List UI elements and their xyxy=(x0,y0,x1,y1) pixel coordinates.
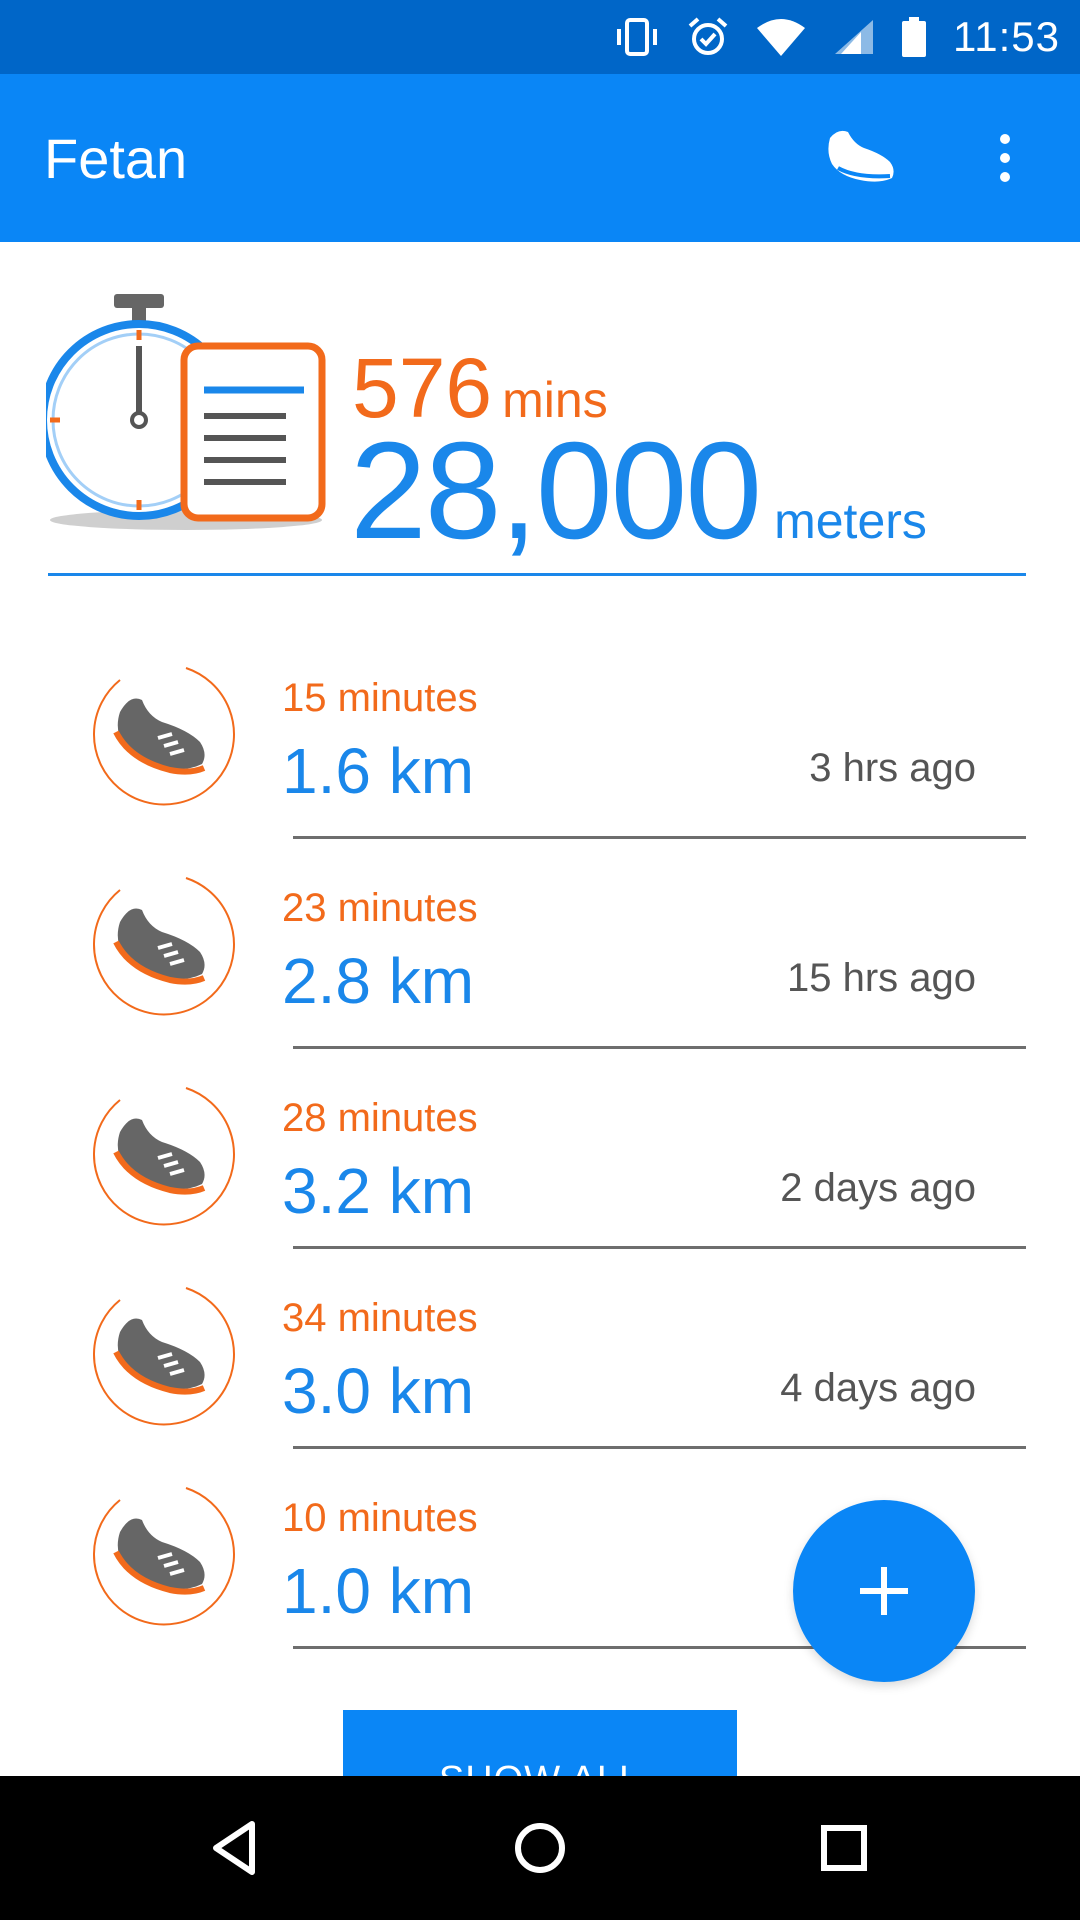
alarm-icon xyxy=(688,17,728,55)
activity-distance: 3.0 km xyxy=(282,1355,475,1427)
list-divider xyxy=(293,1446,1026,1449)
running-shoe-icon xyxy=(92,1287,235,1426)
list-divider xyxy=(293,1046,1026,1049)
status-icons: 11:53 xyxy=(613,0,1060,74)
running-shoe-icon xyxy=(92,1487,235,1626)
app-title: Fetan xyxy=(44,127,188,190)
overflow-dot xyxy=(1000,153,1010,163)
battery-icon xyxy=(902,17,926,57)
summary-distance-value: 28,000 xyxy=(350,414,762,568)
overflow-menu-icon xyxy=(1000,134,1010,144)
activity-distance: 3.2 km xyxy=(282,1155,475,1227)
activity-distance: 1.6 km xyxy=(282,735,475,807)
activity-item[interactable]: 23 minutes 2.8 km 15 hrs ago xyxy=(0,850,1080,1060)
activity-duration: 28 minutes xyxy=(282,1096,478,1140)
activity-item[interactable]: 28 minutes 3.2 km 2 days ago xyxy=(0,1060,1080,1260)
activity-item[interactable]: 15 minutes 1.6 km 3 hrs ago xyxy=(0,640,1080,850)
vibrate-icon xyxy=(617,18,657,56)
overflow-menu-button[interactable] xyxy=(980,118,1030,198)
summary-panel: 576 mins 28,000 meters xyxy=(0,242,1080,582)
app-bar: Fetan xyxy=(0,74,1080,242)
activity-time-ago: 15 hrs ago xyxy=(786,956,976,1000)
activity-item[interactable]: 34 minutes 3.0 km 4 days ago xyxy=(0,1260,1080,1460)
activity-duration: 23 minutes xyxy=(282,886,478,930)
activity-time-ago: 4 days ago xyxy=(780,1366,976,1410)
running-shoe-icon xyxy=(92,1087,235,1226)
activity-duration: 10 minutes xyxy=(282,1496,478,1540)
running-shoe-icon xyxy=(92,877,235,1016)
shoe-action-button[interactable] xyxy=(820,118,900,198)
stopwatch-clipboard-icon xyxy=(46,294,326,530)
system-nav-bar xyxy=(0,1776,1080,1920)
activity-distance: 1.0 km xyxy=(282,1555,475,1627)
home-icon[interactable] xyxy=(504,1812,576,1884)
activity-time-ago: 2 days ago xyxy=(780,1166,976,1210)
overflow-dot xyxy=(1000,172,1010,182)
plus-icon xyxy=(860,1567,908,1615)
activity-duration: 34 minutes xyxy=(282,1296,478,1340)
shoe-icon xyxy=(828,130,894,182)
activity-duration: 15 minutes xyxy=(282,676,478,720)
status-time: 11:53 xyxy=(953,13,1060,60)
back-icon[interactable] xyxy=(200,1812,272,1884)
list-divider xyxy=(293,836,1026,839)
add-activity-button[interactable] xyxy=(793,1500,975,1682)
activity-time-ago: 3 hrs ago xyxy=(809,746,976,790)
recents-icon[interactable] xyxy=(808,1812,880,1884)
summary-distance: 28,000 meters xyxy=(350,412,927,571)
running-shoe-icon xyxy=(92,667,235,806)
signal-icon xyxy=(835,20,873,54)
status-bar: 11:53 xyxy=(0,0,1080,74)
activity-distance: 2.8 km xyxy=(282,945,475,1017)
wifi-icon xyxy=(757,19,805,56)
summary-divider xyxy=(48,573,1026,576)
list-divider xyxy=(293,1246,1026,1249)
summary-distance-unit: meters xyxy=(774,493,927,549)
